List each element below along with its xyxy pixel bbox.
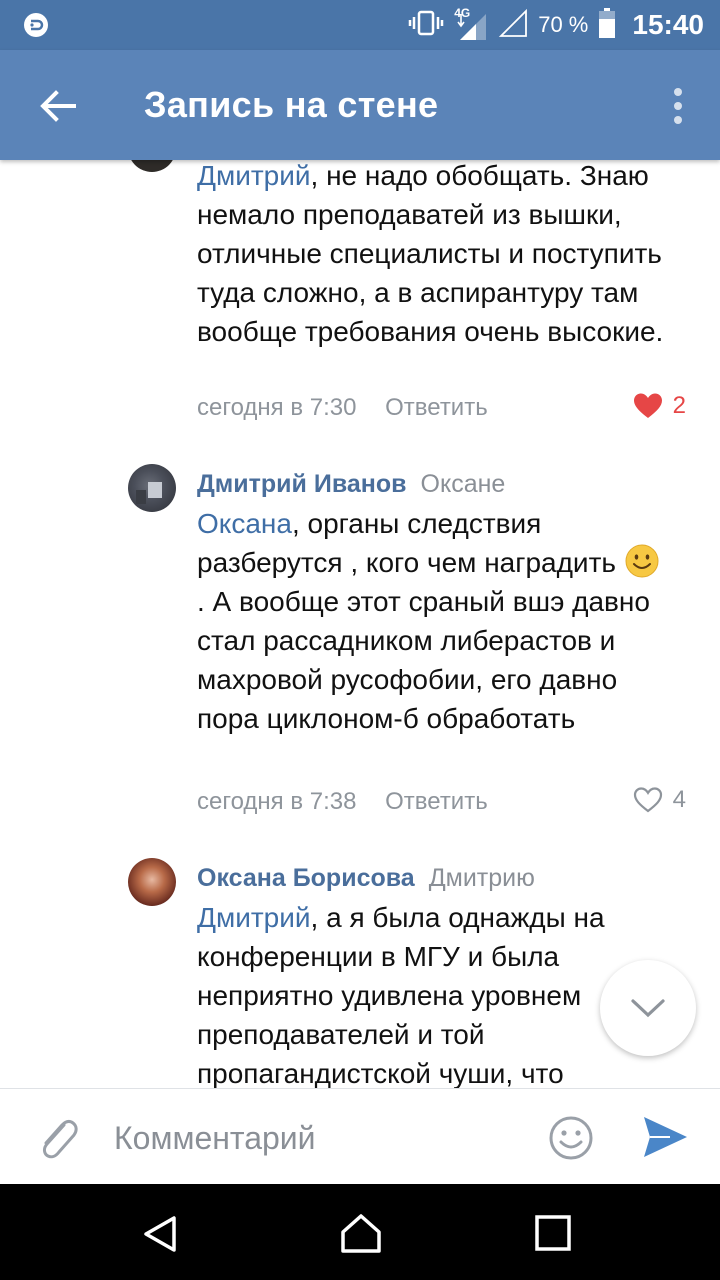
home-icon: [341, 1214, 381, 1253]
app-notification-icon: [22, 11, 50, 44]
avatar[interactable]: [128, 160, 176, 172]
arrow-back-icon: [40, 90, 76, 122]
app-bar: Запись на стене: [0, 50, 720, 160]
signal-empty-icon: [498, 8, 528, 43]
comment-header: Оксана Борисова Дмитрию: [197, 864, 535, 893]
heart-filled-icon: [633, 393, 662, 418]
like-count: 4: [672, 786, 686, 813]
status-bar: 4G 70 % 15:40: [0, 0, 720, 50]
reply-button[interactable]: Ответить: [385, 394, 488, 421]
comment-time: сегодня в 7:38: [197, 788, 357, 815]
comment-text: Оксана, органы следствия разберутся , ко…: [197, 504, 667, 738]
reply-button[interactable]: Ответить: [385, 788, 488, 815]
comment-text: Дмитрий, не надо обобщать. Знаю немало п…: [197, 160, 667, 351]
square-recent-icon: [535, 1215, 571, 1251]
nav-back-button[interactable]: [138, 1212, 182, 1256]
like-button[interactable]: 4: [633, 786, 686, 814]
comment-meta: сегодня в 7:38 Ответить: [197, 788, 488, 816]
comment-header: Дмитрий Иванов Оксане: [197, 470, 505, 499]
comment-input-bar: [0, 1088, 720, 1185]
emoji-button[interactable]: [548, 1115, 594, 1161]
comment-meta: сегодня в 7:30 Ответить: [197, 394, 488, 422]
paperclip-icon: [43, 1120, 78, 1159]
reply-to[interactable]: Дмитрию: [429, 864, 535, 892]
triangle-back-icon: [144, 1216, 176, 1252]
more-options-button[interactable]: [668, 84, 688, 128]
comment-text: Дмитрий, а я была однажды на конференции…: [197, 898, 617, 1088]
author-name[interactable]: Дмитрий Иванов: [197, 470, 407, 498]
smile-emoji-icon: [625, 544, 659, 578]
comment-time: сегодня в 7:30: [197, 394, 357, 421]
avatar[interactable]: [128, 464, 176, 512]
battery-icon: [598, 7, 616, 43]
smile-icon: [549, 1116, 593, 1160]
battery-percent: 70 %: [538, 12, 589, 37]
back-button[interactable]: [36, 84, 80, 128]
vibrate-icon: [408, 9, 444, 42]
scroll-down-button[interactable]: [600, 960, 696, 1056]
nav-recent-apps-button[interactable]: [534, 1214, 572, 1252]
signal-4g-icon: 4G: [454, 6, 488, 42]
attach-button[interactable]: [34, 1111, 82, 1163]
avatar[interactable]: [128, 858, 176, 906]
system-nav-bar: [0, 1184, 720, 1280]
comment-input[interactable]: [112, 1107, 536, 1169]
heart-outline-icon: [633, 787, 662, 813]
like-button[interactable]: 2: [633, 392, 686, 420]
comments-feed[interactable]: Дмитрий, не надо обобщать. Знаю немало п…: [0, 160, 720, 1088]
author-name[interactable]: Оксана Борисова: [197, 864, 415, 892]
send-icon: [644, 1117, 687, 1157]
page-title: Запись на стене: [144, 84, 439, 125]
nav-home-button[interactable]: [338, 1210, 384, 1256]
more-vert-icon: [674, 88, 682, 124]
mention-link[interactable]: Дмитрий: [197, 902, 311, 933]
reply-to[interactable]: Оксане: [421, 470, 506, 498]
comment-body-cont: . А вообще этот сраный вшэ давно стал ра…: [197, 586, 650, 734]
mention-link[interactable]: Оксана: [197, 508, 292, 539]
chevron-down-icon: [631, 999, 665, 1018]
like-count: 2: [672, 392, 686, 419]
mention-link[interactable]: Дмитрий: [197, 160, 311, 191]
clock: 15:40: [632, 9, 704, 40]
send-button[interactable]: [640, 1113, 690, 1161]
